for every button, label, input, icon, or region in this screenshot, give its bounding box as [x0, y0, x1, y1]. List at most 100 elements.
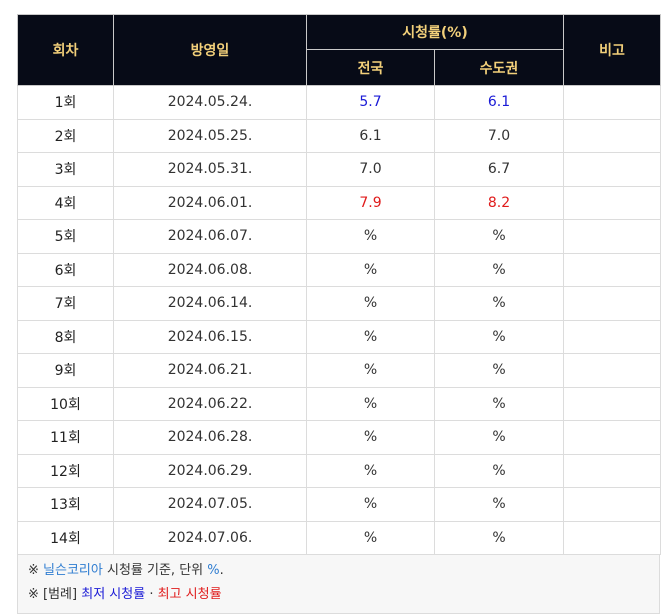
- note-cell: [563, 520, 661, 555]
- air-date-cell: 2024.05.24.: [113, 85, 307, 120]
- footnote-source-line: ※ 닐슨코리아 시청률 기준, 단위 %.: [28, 559, 649, 583]
- episode-cell: 8회: [17, 319, 114, 354]
- note-cell: [563, 420, 661, 455]
- note-cell: [563, 286, 661, 321]
- episode-cell: 1회: [17, 85, 114, 120]
- table-row: 3회 2024.05.31. 7.0 6.7: [17, 152, 661, 187]
- national-rating-cell: %: [306, 319, 435, 354]
- air-date-cell: 2024.06.15.: [113, 319, 307, 354]
- episode-cell: 5회: [17, 219, 114, 254]
- capital-rating-cell: %: [434, 353, 564, 388]
- note-cell: [563, 353, 661, 388]
- capital-rating-cell: %: [434, 286, 564, 321]
- national-rating-cell: %: [306, 286, 435, 321]
- table-row: 13회 2024.07.05.%%: [17, 487, 661, 522]
- header-rating: 시청률(%): [306, 14, 564, 50]
- capital-rating-cell: 7.0: [434, 118, 564, 153]
- national-rating-cell: 7.0: [306, 152, 435, 187]
- legend-highest: 최고 시청률: [157, 587, 222, 602]
- source-link[interactable]: 닐슨코리아: [43, 563, 103, 578]
- note-cell: [563, 85, 661, 120]
- footnote-text: 시청률 기준, 단위: [102, 563, 208, 578]
- table-footnote: ※ 닐슨코리아 시청률 기준, 단위 %. ※ [범례] 최저 시청률 · 최고…: [17, 555, 660, 614]
- legend-mark: ※ [범례]: [28, 587, 78, 602]
- table-row: 8회 2024.06.15.%%: [17, 319, 661, 354]
- header-air-date: 방영일: [113, 14, 307, 86]
- air-date-cell: 2024.05.25.: [113, 118, 307, 153]
- national-rating-cell: %: [306, 219, 435, 254]
- header-episode: 회차: [17, 14, 114, 86]
- capital-rating-cell: %: [434, 453, 564, 488]
- capital-rating-cell: 6.7: [434, 152, 564, 187]
- capital-rating-cell: %: [434, 487, 564, 522]
- episode-cell: 10회: [17, 386, 114, 421]
- capital-rating-cell: %: [434, 386, 564, 421]
- episode-cell: 11회: [17, 420, 114, 455]
- table-row: 10회 2024.06.22.%%: [17, 386, 661, 421]
- footnote-end: .: [219, 563, 224, 578]
- episode-cell: 14회: [17, 520, 114, 555]
- table-row: 7회 2024.06.14.%%: [17, 286, 661, 321]
- table-row: 5회 2024.06.07.%%: [17, 219, 661, 254]
- episode-cell: 13회: [17, 487, 114, 522]
- episode-cell: 3회: [17, 152, 114, 187]
- unit-text: %: [207, 563, 220, 578]
- air-date-cell: 2024.06.08.: [113, 252, 307, 287]
- air-date-cell: 2024.06.28.: [113, 420, 307, 455]
- table-row: 9회 2024.06.21.%%: [17, 353, 661, 388]
- table-row: 2회 2024.05.25. 6.1 7.0: [17, 118, 661, 153]
- capital-rating-cell: %: [434, 252, 564, 287]
- note-cell: [563, 118, 661, 153]
- ratings-table: 회차 방영일 시청률(%) 비고 전국 수도권 1회 2024.05.24. 5.7…: [17, 14, 661, 555]
- national-rating-cell: %: [306, 420, 435, 455]
- note-cell: [563, 185, 661, 220]
- capital-rating-cell: %: [434, 420, 564, 455]
- air-date-cell: 2024.06.22.: [113, 386, 307, 421]
- table-row: 6회 2024.06.08.%%: [17, 252, 661, 287]
- note-cell: [563, 152, 661, 187]
- national-rating-cell: 6.1: [306, 118, 435, 153]
- air-date-cell: 2024.07.06.: [113, 520, 307, 555]
- note-cell: [563, 252, 661, 287]
- legend-separator: ·: [149, 587, 154, 602]
- table-row: 12회 2024.06.29.%%: [17, 453, 661, 488]
- header-note: 비고: [563, 14, 661, 86]
- header-capital: 수도권: [434, 49, 564, 86]
- note-cell: [563, 453, 661, 488]
- header-national: 전국: [306, 49, 435, 86]
- national-rating-cell: 7.9: [306, 185, 435, 220]
- capital-rating-cell: %: [434, 319, 564, 354]
- capital-rating-cell: %: [434, 219, 564, 254]
- national-rating-cell: %: [306, 252, 435, 287]
- air-date-cell: 2024.05.31.: [113, 152, 307, 187]
- national-rating-cell: %: [306, 487, 435, 522]
- episode-cell: 12회: [17, 453, 114, 488]
- table-row: 11회 2024.06.28.%%: [17, 420, 661, 455]
- table-body: 1회 2024.05.24. 5.7 6.1 2회 2024.05.25. 6.1 7.0 3회…: [17, 85, 661, 555]
- national-rating-cell: %: [306, 453, 435, 488]
- footnote-mark: ※: [28, 563, 39, 578]
- episode-cell: 7회: [17, 286, 114, 321]
- table-header: 회차 방영일 시청률(%) 비고 전국 수도권: [17, 14, 661, 86]
- episode-cell: 9회: [17, 353, 114, 388]
- table-row: 1회 2024.05.24. 5.7 6.1: [17, 85, 661, 120]
- episode-cell: 4회: [17, 185, 114, 220]
- note-cell: [563, 319, 661, 354]
- capital-rating-cell: 6.1: [434, 85, 564, 120]
- note-cell: [563, 219, 661, 254]
- national-rating-cell: 5.7: [306, 85, 435, 120]
- air-date-cell: 2024.06.14.: [113, 286, 307, 321]
- ratings-table-container: 회차 방영일 시청률(%) 비고 전국 수도권 1회 2024.05.24. 5.7…: [17, 14, 661, 614]
- note-cell: [563, 487, 661, 522]
- capital-rating-cell: %: [434, 520, 564, 555]
- air-date-cell: 2024.06.07.: [113, 219, 307, 254]
- table-row: 14회 2024.07.06.%%: [17, 520, 661, 555]
- capital-rating-cell: 8.2: [434, 185, 564, 220]
- national-rating-cell: %: [306, 353, 435, 388]
- national-rating-cell: %: [306, 520, 435, 555]
- air-date-cell: 2024.07.05.: [113, 487, 307, 522]
- air-date-cell: 2024.06.29.: [113, 453, 307, 488]
- table-row: 4회 2024.06.01. 7.9 8.2: [17, 185, 661, 220]
- legend-lowest: 최저 시청률: [81, 587, 146, 602]
- episode-cell: 2회: [17, 118, 114, 153]
